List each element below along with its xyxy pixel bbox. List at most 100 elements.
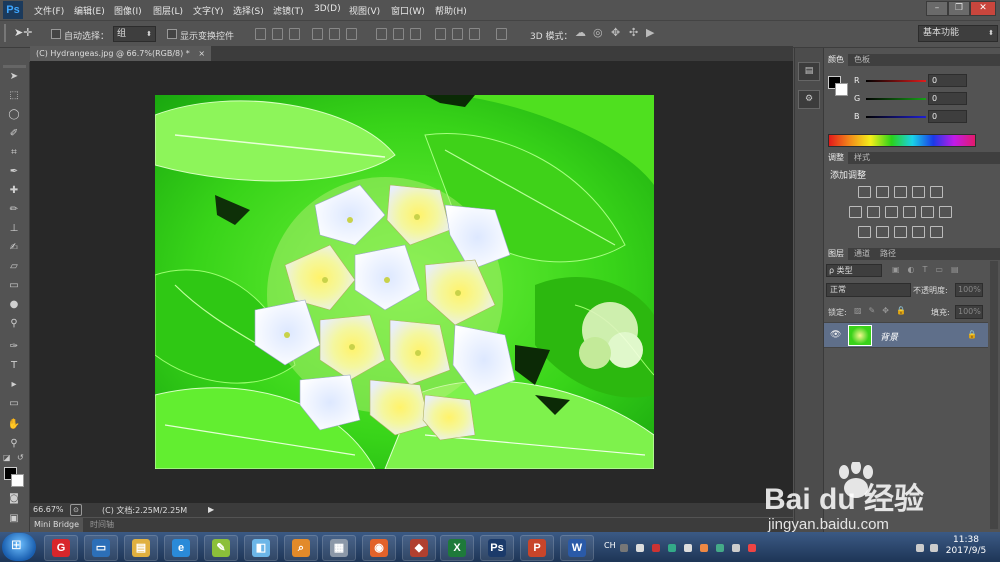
taskbar-app-button[interactable]: X bbox=[440, 535, 474, 561]
tab-swatches[interactable]: 色板 bbox=[850, 54, 874, 66]
gradient-map-icon[interactable] bbox=[930, 226, 943, 238]
exposure-icon[interactable] bbox=[912, 186, 925, 198]
status-menu-arrow-icon[interactable]: ▶ bbox=[208, 505, 214, 514]
lock-icons[interactable]: ▨✎✥🔒 bbox=[854, 306, 913, 315]
taskbar-app-button[interactable]: ◆ bbox=[402, 535, 436, 561]
history-panel-icon[interactable]: ▤ bbox=[798, 62, 820, 81]
healing-brush-tool-icon[interactable]: ✚ bbox=[6, 184, 22, 197]
minimize-button[interactable]: – bbox=[926, 1, 948, 16]
move-tool-preset-icon[interactable]: ➤✛ bbox=[14, 26, 32, 39]
3d-scale-icon[interactable]: ▶ bbox=[646, 26, 654, 39]
zoom-tool-icon[interactable]: ⚲ bbox=[6, 437, 22, 450]
start-button[interactable]: ⊞ bbox=[2, 533, 36, 561]
posterize-icon[interactable] bbox=[876, 226, 889, 238]
channel-g-value[interactable]: 0 bbox=[928, 92, 967, 105]
tray-printer-icon[interactable] bbox=[684, 544, 692, 552]
path-selection-tool-icon[interactable]: ▸ bbox=[6, 378, 22, 391]
channel-r-slider[interactable] bbox=[866, 80, 926, 82]
invert-icon[interactable] bbox=[858, 226, 871, 238]
hue-saturation-icon[interactable] bbox=[849, 206, 862, 218]
gradient-tool-icon[interactable]: ▭ bbox=[6, 279, 22, 292]
distribute-vcenter-icon[interactable] bbox=[393, 28, 404, 40]
channel-b-slider[interactable] bbox=[866, 116, 926, 118]
taskbar-app-button[interactable]: G bbox=[44, 535, 78, 561]
tray-green-icon[interactable] bbox=[668, 544, 676, 552]
tab-channels[interactable]: 通道 bbox=[850, 248, 874, 260]
crop-tool-icon[interactable]: ⌗ bbox=[6, 146, 22, 159]
channel-r-value[interactable]: 0 bbox=[928, 74, 967, 87]
type-tool-icon[interactable]: T bbox=[6, 359, 22, 372]
selective-color-icon[interactable] bbox=[912, 226, 925, 238]
tab-mini-bridge[interactable]: Mini Bridge bbox=[30, 518, 84, 532]
canvas-area[interactable] bbox=[30, 61, 793, 503]
eyedropper-tool-icon[interactable]: ✒ bbox=[6, 165, 22, 178]
menu-layer[interactable]: 图层(L) bbox=[153, 4, 183, 17]
blend-mode-dropdown[interactable]: 正常 bbox=[826, 283, 911, 297]
photo-filter-icon[interactable] bbox=[903, 206, 916, 218]
pen-tool-icon[interactable]: ✑ bbox=[6, 340, 22, 353]
tray-flag-icon[interactable] bbox=[916, 544, 924, 552]
distribute-right-icon[interactable] bbox=[469, 28, 480, 40]
distribute-top-icon[interactable] bbox=[376, 28, 387, 40]
auto-select-dropdown[interactable]: 组 ⬍ bbox=[113, 26, 156, 42]
taskbar-app-button[interactable]: ▦ bbox=[322, 535, 356, 561]
taskbar-app-button[interactable]: ✎ bbox=[204, 535, 238, 561]
taskbar-app-button[interactable]: P bbox=[520, 535, 554, 561]
taskbar-app-button[interactable]: Ps bbox=[480, 535, 514, 561]
menu-window[interactable]: 窗口(W) bbox=[391, 4, 425, 17]
lasso-tool-icon[interactable]: ◯ bbox=[6, 108, 22, 121]
status-info-icon[interactable]: ⊙ bbox=[70, 504, 82, 516]
align-top-icon[interactable] bbox=[255, 28, 266, 40]
black-white-icon[interactable] bbox=[885, 206, 898, 218]
blur-tool-icon[interactable]: ● bbox=[6, 298, 22, 311]
taskbar-app-button[interactable]: ▤ bbox=[124, 535, 158, 561]
threshold-icon[interactable] bbox=[894, 226, 907, 238]
align-left-icon[interactable] bbox=[312, 28, 323, 40]
tray-help-icon[interactable] bbox=[620, 544, 628, 552]
close-tab-icon[interactable]: × bbox=[198, 49, 205, 58]
taskbar-app-button[interactable]: ▭ bbox=[84, 535, 118, 561]
taskbar-app-button[interactable]: e bbox=[164, 535, 198, 561]
auto-align-icon[interactable] bbox=[496, 28, 507, 40]
align-right-icon[interactable] bbox=[346, 28, 357, 40]
dodge-tool-icon[interactable]: ⚲ bbox=[6, 317, 22, 330]
taskbar-app-button[interactable]: ◧ bbox=[244, 535, 278, 561]
layer-filter-kind[interactable]: ρ 类型 bbox=[826, 264, 882, 277]
3d-pan-icon[interactable]: ✥ bbox=[611, 26, 620, 39]
brush-tool-icon[interactable]: ✏ bbox=[6, 203, 22, 216]
fill-input[interactable]: 100% bbox=[955, 305, 983, 319]
close-window-button[interactable]: ✕ bbox=[970, 1, 996, 16]
tray-network-icon[interactable] bbox=[716, 544, 724, 552]
tray-orange-icon[interactable] bbox=[700, 544, 708, 552]
default-colors-icon[interactable]: ◪ bbox=[3, 453, 11, 462]
zoom-level[interactable]: 66.67% bbox=[33, 505, 64, 514]
tab-styles[interactable]: 样式 bbox=[850, 152, 874, 164]
menu-view[interactable]: 视图(V) bbox=[349, 4, 380, 17]
quick-select-tool-icon[interactable]: ✐ bbox=[6, 127, 22, 140]
swap-colors-icon[interactable]: ↺ bbox=[17, 453, 24, 462]
quick-mask-icon[interactable]: ◙ bbox=[6, 492, 22, 505]
distribute-hcenter-icon[interactable] bbox=[452, 28, 463, 40]
tray-volume-icon[interactable] bbox=[732, 544, 740, 552]
color-spectrum-bar[interactable] bbox=[828, 134, 976, 147]
clone-stamp-tool-icon[interactable]: ⊥ bbox=[6, 222, 22, 235]
vibrance-icon[interactable] bbox=[930, 186, 943, 198]
brightness-contrast-icon[interactable] bbox=[858, 186, 871, 198]
tab-timeline[interactable]: 时间轴 bbox=[86, 518, 118, 532]
channel-mixer-icon[interactable] bbox=[921, 206, 934, 218]
eraser-tool-icon[interactable]: ▱ bbox=[6, 260, 22, 273]
menu-filter[interactable]: 滤镜(T) bbox=[273, 4, 304, 17]
auto-select-checkbox[interactable] bbox=[51, 29, 61, 39]
3d-roll-icon[interactable]: ◎ bbox=[593, 26, 603, 39]
taskbar-app-button[interactable]: ◉ bbox=[362, 535, 396, 561]
align-hcenter-icon[interactable] bbox=[329, 28, 340, 40]
channel-b-value[interactable]: 0 bbox=[928, 110, 967, 123]
menu-image[interactable]: 图像(I) bbox=[114, 4, 142, 17]
ime-indicator[interactable]: CH bbox=[604, 541, 616, 550]
3d-rotate-icon[interactable]: ☁ bbox=[575, 26, 586, 39]
distribute-left-icon[interactable] bbox=[435, 28, 446, 40]
screen-mode-icon[interactable]: ▣ bbox=[6, 512, 22, 525]
curves-icon[interactable] bbox=[894, 186, 907, 198]
color-lookup-icon[interactable] bbox=[939, 206, 952, 218]
channel-g-slider[interactable] bbox=[866, 98, 926, 100]
